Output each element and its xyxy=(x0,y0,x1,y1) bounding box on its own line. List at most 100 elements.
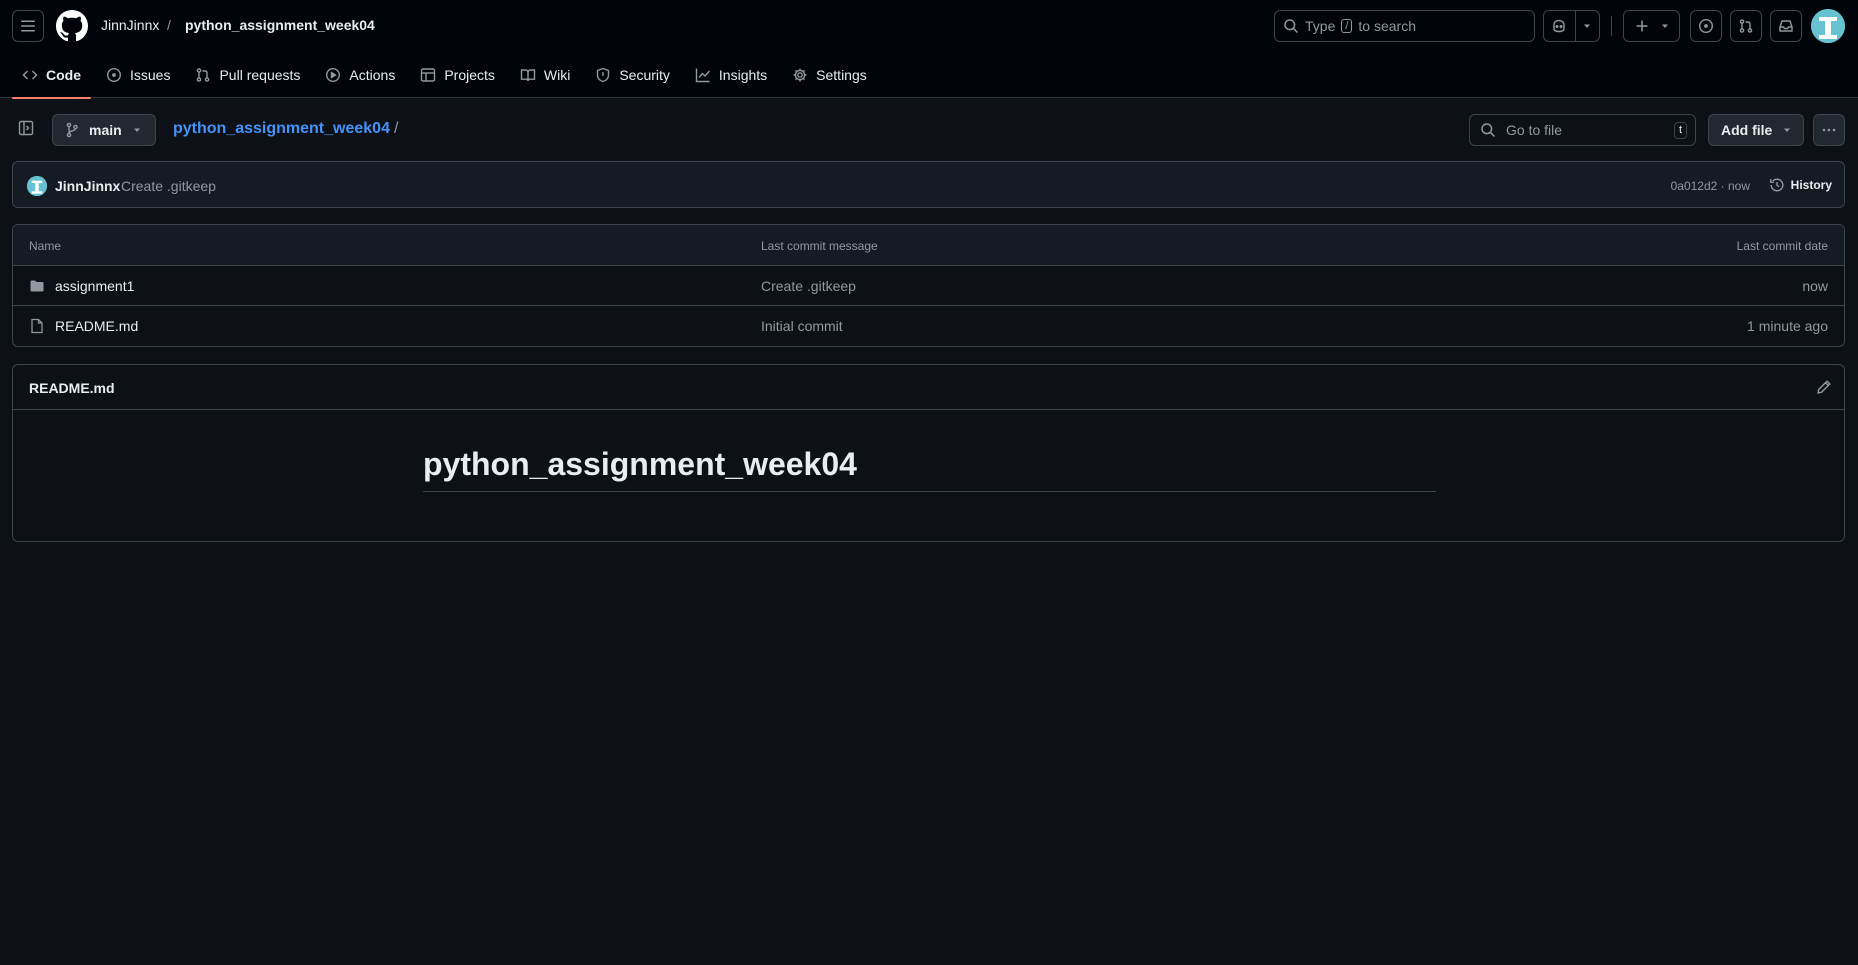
tab-code[interactable]: Code xyxy=(12,52,91,99)
commit-author-avatar[interactable] xyxy=(27,176,47,196)
inbox-button[interactable] xyxy=(1770,10,1802,42)
repo-nav-tabs: Code Issues Pull requests Actions Projec… xyxy=(12,52,882,99)
search-icon xyxy=(1481,123,1496,138)
pull-requests-button[interactable] xyxy=(1730,10,1762,42)
search-prefix: Type xyxy=(1305,18,1336,34)
pull-request-icon xyxy=(1739,19,1753,33)
tab-label: Projects xyxy=(444,67,495,83)
play-icon xyxy=(326,67,341,83)
tab-label: Settings xyxy=(816,67,867,83)
path-separator: / xyxy=(393,120,399,137)
issue-icon xyxy=(106,67,122,83)
readme-header: README.md xyxy=(13,365,1844,410)
tab-actions[interactable]: Actions xyxy=(315,52,405,98)
header-divider xyxy=(1611,16,1612,36)
code-icon xyxy=(22,70,38,80)
sidebar-expand-icon xyxy=(18,120,34,136)
go-to-file-placeholder: Go to file xyxy=(1506,122,1563,138)
tab-wiki[interactable]: Wiki xyxy=(510,52,580,98)
hamburger-icon xyxy=(21,20,35,32)
tab-security[interactable]: Security xyxy=(585,52,680,98)
create-new-button[interactable] xyxy=(1623,10,1680,42)
tab-label: Issues xyxy=(130,67,171,83)
inbox-icon xyxy=(1779,20,1793,32)
path-repo-link[interactable]: python_assignment_week04 xyxy=(173,120,390,137)
folder-icon xyxy=(29,278,45,294)
shield-icon xyxy=(597,67,610,83)
branch-selector[interactable]: main xyxy=(52,114,156,146)
owner-link[interactable]: JinnJinnx xyxy=(101,17,159,33)
table-icon xyxy=(421,68,436,82)
gear-icon xyxy=(793,68,807,82)
search-suffix: to search xyxy=(1358,18,1417,34)
file-path-breadcrumb: python_assignment_week04/ xyxy=(173,120,398,138)
tab-label: Pull requests xyxy=(219,67,301,83)
history-icon xyxy=(1769,178,1784,192)
file-commit-message[interactable]: Create .gitkeep xyxy=(761,278,856,294)
go-to-file-shortcut: t xyxy=(1673,122,1687,139)
history-label: History xyxy=(1790,178,1832,192)
commit-message[interactable]: Create .gitkeep xyxy=(121,178,216,194)
copilot-icon xyxy=(1553,19,1565,33)
column-header-date: Last commit date xyxy=(1736,239,1828,253)
issues-button[interactable] xyxy=(1690,10,1722,42)
branch-name: main xyxy=(89,122,122,138)
commit-hash-time[interactable]: 0a012d2 · now xyxy=(1671,179,1750,193)
search-icon xyxy=(1284,19,1299,34)
file-icon xyxy=(29,318,45,334)
readme-heading: python_assignment_week04 xyxy=(423,446,1436,492)
tab-insights[interactable]: Insights xyxy=(685,52,777,98)
file-name[interactable]: README.md xyxy=(55,318,138,334)
search-input[interactable]: Type / to search xyxy=(1274,10,1535,42)
expand-file-tree-button[interactable] xyxy=(18,120,34,136)
tab-label: Insights xyxy=(718,67,768,83)
copilot-button[interactable] xyxy=(1543,10,1600,42)
chevron-down-icon xyxy=(133,128,140,132)
history-button[interactable]: History xyxy=(1769,177,1832,193)
chevron-down-icon xyxy=(1584,24,1590,28)
tab-label: Actions xyxy=(349,67,396,83)
pull-request-icon xyxy=(197,68,210,82)
breadcrumb-separator: / xyxy=(167,17,171,33)
user-avatar[interactable] xyxy=(1811,9,1845,43)
tab-pull-requests[interactable]: Pull requests xyxy=(185,52,310,98)
column-header-message: Last commit message xyxy=(761,239,878,253)
file-commit-message[interactable]: Initial commit xyxy=(761,318,843,334)
tab-projects[interactable]: Projects xyxy=(410,52,505,98)
go-to-file-input[interactable]: Go to file t xyxy=(1469,114,1696,146)
add-file-button[interactable]: Add file xyxy=(1708,114,1804,146)
menu-button[interactable] xyxy=(12,10,44,42)
file-commit-date: 1 minute ago xyxy=(1747,318,1828,334)
github-logo-icon[interactable] xyxy=(56,10,88,42)
readme-panel: README.md python_assignment_week04 xyxy=(12,364,1845,542)
commit-author[interactable]: JinnJinnx xyxy=(55,178,120,194)
book-icon xyxy=(520,69,536,82)
file-table-header: Name Last commit message Last commit dat… xyxy=(13,225,1844,266)
tab-issues[interactable]: Issues xyxy=(96,52,180,98)
more-options-button[interactable] xyxy=(1813,114,1845,146)
column-header-name: Name xyxy=(29,239,62,253)
chevron-down-icon xyxy=(1784,128,1791,132)
git-branch-icon xyxy=(66,122,78,138)
table-row[interactable]: README.md Initial commit 1 minute ago xyxy=(13,306,1844,346)
file-name[interactable]: assignment1 xyxy=(55,278,134,294)
graph-icon xyxy=(695,68,710,83)
table-row[interactable]: assignment1 Create .gitkeep now xyxy=(13,266,1844,306)
plus-icon xyxy=(1636,20,1647,32)
readme-filename[interactable]: README.md xyxy=(29,380,115,396)
chevron-down-icon xyxy=(1661,24,1668,28)
issue-icon xyxy=(1698,18,1714,34)
add-file-label: Add file xyxy=(1721,122,1773,138)
tab-label: Security xyxy=(619,67,670,83)
latest-commit-box: JinnJinnx Create .gitkeep 0a012d2 · now … xyxy=(12,161,1845,208)
global-header: JinnJinnx / python_assignment_week04 Typ… xyxy=(0,0,1858,99)
repo-link[interactable]: python_assignment_week04 xyxy=(185,17,375,33)
search-shortcut-key: / xyxy=(1341,19,1353,33)
file-commit-date: now xyxy=(1802,278,1828,294)
kebab-horizontal-icon xyxy=(1822,128,1836,132)
edit-readme-button[interactable] xyxy=(1816,379,1832,395)
tab-settings[interactable]: Settings xyxy=(782,52,877,98)
tab-label: Wiki xyxy=(543,67,571,83)
tab-label: Code xyxy=(46,67,81,83)
file-table: Name Last commit message Last commit dat… xyxy=(12,224,1845,347)
